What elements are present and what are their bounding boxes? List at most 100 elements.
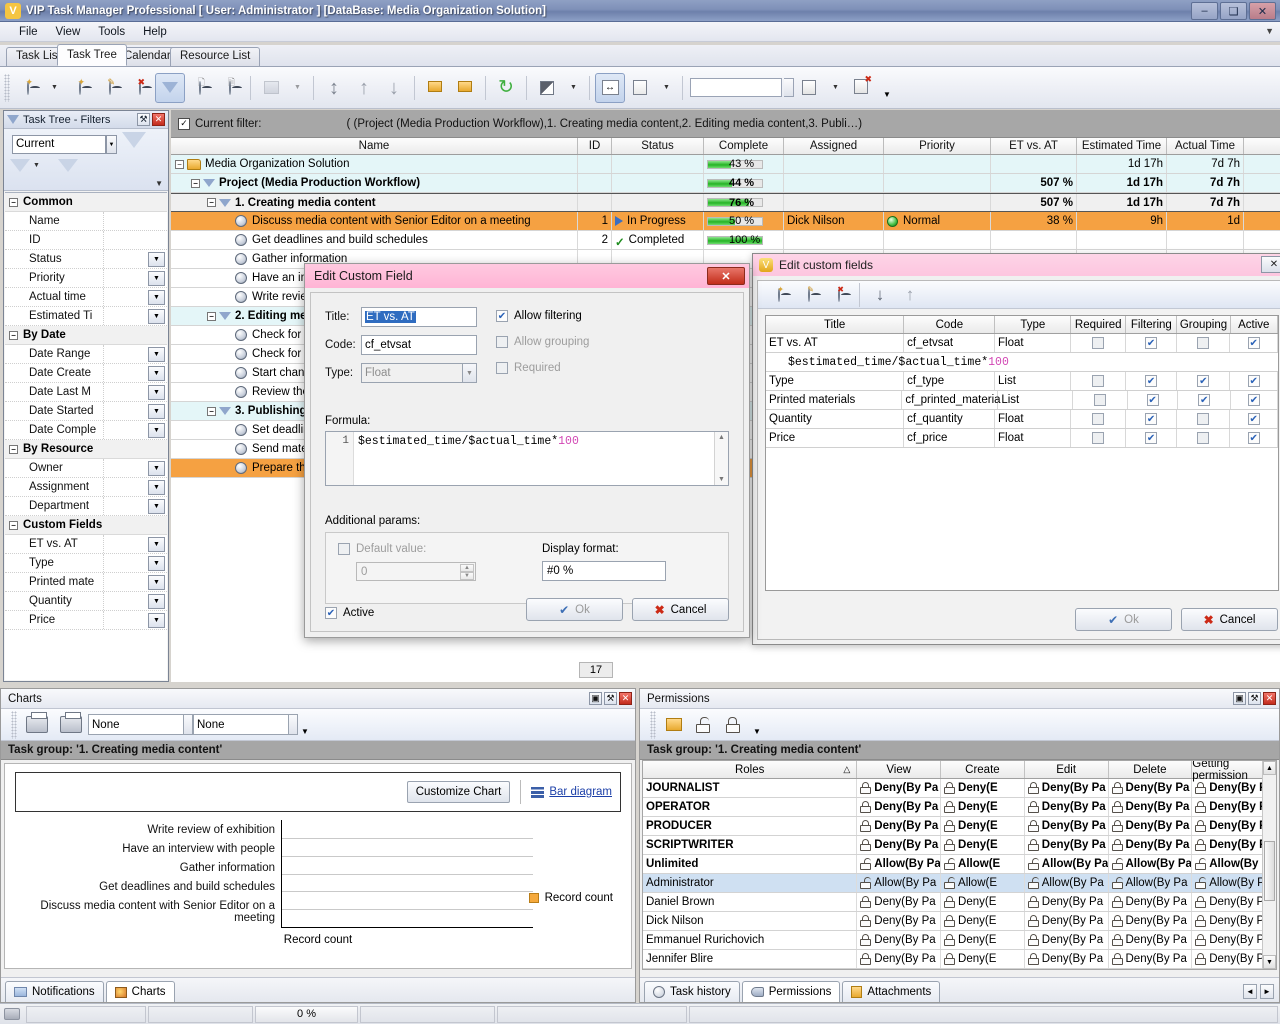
permissions-view-cell[interactable]: Allow(By Pa <box>857 855 941 873</box>
chevron-down-icon[interactable]: ▼ <box>148 423 165 438</box>
permissions-row[interactable]: SCRIPTWRITERDeny(By PaDeny(EDeny(By PaDe… <box>643 836 1276 855</box>
required-checkbox[interactable]: ✔ <box>1092 413 1104 425</box>
column-header-name[interactable]: Name <box>171 138 578 154</box>
filter-preset-dropdown-icon[interactable]: ▼ <box>106 135 117 154</box>
chevron-down-icon[interactable]: ▼ <box>148 252 165 267</box>
column-header-code[interactable]: Code <box>904 316 995 333</box>
collapse-all-icon[interactable] <box>420 73 450 103</box>
add-field-icon[interactable]: ✦ <box>764 280 794 310</box>
custom-field-row[interactable]: Typecf_typeList✔✔✔✔ <box>766 372 1278 391</box>
display-format-input[interactable]: #0 % <box>542 561 666 581</box>
filter-field-row[interactable]: Assignment▼ <box>5 478 167 497</box>
collapse-icon[interactable]: − <box>9 331 18 340</box>
deny-icon[interactable] <box>719 710 749 740</box>
filter-field-row[interactable]: Status▼ <box>5 250 167 269</box>
filter-field-row[interactable]: Actual time▼ <box>5 288 167 307</box>
column-header-view[interactable]: View <box>857 761 941 778</box>
custom-field-row[interactable]: ET vs. ATcf_etvsatFloat✔✔✔✔ <box>766 334 1278 353</box>
permissions-view-cell[interactable]: Deny(By Pa <box>857 931 941 949</box>
menu-item-help[interactable]: Help <box>134 24 176 40</box>
filter-field-value[interactable]: ▼ <box>103 421 167 439</box>
filter-field-row[interactable]: ET vs. AT▼ <box>5 535 167 554</box>
filter-field-row[interactable]: Name <box>5 212 167 231</box>
tree-expander-icon[interactable]: − <box>207 407 216 416</box>
column-header-et-vs-at[interactable]: ET vs. AT <box>991 138 1077 154</box>
permissions-row[interactable]: Jennifer BlireDeny(By PaDeny(EDeny(By Pa… <box>643 950 1276 969</box>
chevron-down-icon[interactable]: ▼ <box>148 613 165 628</box>
scroll-up-icon[interactable]: ▲ <box>1263 761 1276 775</box>
column-header-active[interactable]: Active <box>1231 316 1278 333</box>
filter-field-row[interactable]: Priority▼ <box>5 269 167 288</box>
view-name-input[interactable] <box>690 78 782 97</box>
column-header-grouping[interactable]: Grouping <box>1177 316 1230 333</box>
delete-field-icon[interactable]: ✖ <box>824 280 854 310</box>
filter-field-row[interactable]: Date Create▼ <box>5 364 167 383</box>
permissions-edit-cell[interactable]: Allow(By Pa <box>1025 874 1109 892</box>
move-down-icon[interactable]: ↓ <box>865 280 895 310</box>
permissions-view-cell[interactable]: Deny(By Pa <box>857 912 941 930</box>
grouping-checkbox[interactable]: ✔ <box>1197 337 1209 349</box>
chart-value-dropdown-icon[interactable] <box>289 714 298 735</box>
nav-prev-icon[interactable]: ◄ <box>1243 984 1257 999</box>
chevron-down-icon[interactable]: ▼ <box>148 347 165 362</box>
active-checkbox[interactable]: ✔ <box>1248 375 1260 387</box>
permissions-delete-cell[interactable]: Deny(By Pa <box>1109 836 1193 854</box>
chevron-down-icon[interactable]: ▼ <box>148 271 165 286</box>
filter-field-row[interactable]: Department▼ <box>5 497 167 516</box>
charts-overflow-icon[interactable]: ▼ <box>301 727 309 740</box>
chevron-down-icon[interactable]: ▼ <box>148 499 165 514</box>
permissions-create-cell[interactable]: Deny(E <box>941 779 1025 797</box>
column-header-actual-time[interactable]: Actual Time <box>1167 138 1244 154</box>
chart-group-combo[interactable]: None <box>88 714 184 735</box>
permissions-edit-cell[interactable]: Deny(By Pa <box>1025 950 1109 968</box>
code-field-input[interactable]: cf_etvsat <box>361 335 477 355</box>
active-checkbox[interactable]: ✔ <box>1248 432 1260 444</box>
scrollbar-thumb[interactable] <box>1264 841 1275 901</box>
gantt-dropdown-icon[interactable]: ▼ <box>286 73 308 103</box>
ok-button[interactable]: ✔ Ok <box>526 598 623 621</box>
filter-field-value[interactable]: ▼ <box>103 345 167 363</box>
filtering-checkbox[interactable]: ✔ <box>1147 394 1159 406</box>
task-tree-row[interactable]: Get deadlines and build schedules2✓Compl… <box>171 231 1280 250</box>
default-value-input[interactable]: 0 <box>361 566 367 578</box>
scroll-up-icon[interactable]: ▲ <box>718 434 725 441</box>
print-dropdown-icon[interactable]: ▼ <box>562 73 584 103</box>
filter-icon[interactable] <box>155 73 185 103</box>
filter-field-row[interactable]: Type▼ <box>5 554 167 573</box>
permissions-edit-cell[interactable]: Deny(By Pa <box>1025 912 1109 930</box>
restore-icon[interactable]: ▣ <box>1233 692 1246 705</box>
tab-task-tree[interactable]: Task Tree <box>57 44 127 66</box>
toolbar-grip[interactable] <box>650 711 656 739</box>
column-header-priority[interactable]: Priority <box>884 138 991 154</box>
filter-field-value[interactable]: ▼ <box>103 478 167 496</box>
stepper-arrows[interactable]: ▲▼ <box>460 564 474 579</box>
permissions-row[interactable]: OPERATORDeny(By PaDeny(EDeny(By PaDeny(B… <box>643 798 1276 817</box>
filter-group-header[interactable]: −Common <box>5 193 167 212</box>
formula-code[interactable]: $estimated_time/$actual_time*100 <box>354 432 714 485</box>
task-name-cell[interactable]: −1. Creating media content <box>171 194 578 211</box>
chart-value-combo[interactable]: None <box>193 714 289 735</box>
filter-field-value[interactable]: ▼ <box>103 592 167 610</box>
permissions-edit-cell[interactable]: Deny(By Pa <box>1025 931 1109 949</box>
filter-preset-combo[interactable]: Current <box>12 135 106 154</box>
save-view-icon[interactable] <box>794 73 824 103</box>
chevron-down-icon[interactable]: ▼ <box>148 537 165 552</box>
filter-field-value[interactable] <box>103 212 167 230</box>
stepper-down-icon[interactable]: ▼ <box>460 572 474 580</box>
permissions-edit-cell[interactable]: Deny(By Pa <box>1025 836 1109 854</box>
permissions-row[interactable]: Emmanuel RurichovichDeny(By PaDeny(EDeny… <box>643 931 1276 950</box>
task-tree-row[interactable]: −1. Creating media content76 %507 %1d 17… <box>171 193 1280 212</box>
column-header-title[interactable]: Title <box>766 316 904 333</box>
permissions-delete-cell[interactable]: Deny(By Pa <box>1109 779 1193 797</box>
chevron-down-icon[interactable]: ▼ <box>148 404 165 419</box>
ok-button[interactable]: ✔ Ok <box>1075 608 1172 631</box>
permissions-create-cell[interactable]: Allow(E <box>941 874 1025 892</box>
expand-collapse-icon[interactable]: ↕ <box>319 73 349 103</box>
filter-field-row[interactable]: ID <box>5 231 167 250</box>
bar-diagram-link[interactable]: Bar diagram <box>531 786 612 798</box>
allow-filtering-checkbox[interactable]: ✔ <box>496 310 508 322</box>
permissions-create-cell[interactable]: Deny(E <box>941 931 1025 949</box>
permissions-create-cell[interactable]: Allow(E <box>941 855 1025 873</box>
permissions-create-cell[interactable]: Deny(E <box>941 798 1025 816</box>
chevron-down-icon[interactable]: ▼ <box>463 363 477 383</box>
